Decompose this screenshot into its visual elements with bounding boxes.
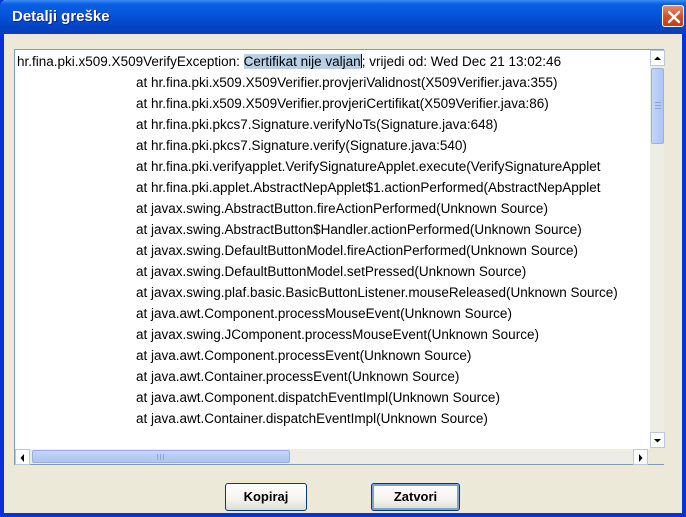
trace-line: at javax.swing.JComponent.processMouseEv… [136, 327, 539, 342]
vertical-scrollbar[interactable] [649, 50, 665, 448]
scroll-up-button[interactable] [650, 50, 665, 66]
trace-line: at hr.fina.pki.applet.AbstractNepApplet$… [136, 180, 601, 195]
trace-line: at javax.swing.DefaultButtonModel.fireAc… [136, 243, 578, 258]
exception-text: hr.fina.pki.x509.X509VerifyException: [17, 54, 244, 69]
trace-line: at java.awt.Component.dispatchEventImpl(… [136, 390, 500, 405]
close-button[interactable]: Zatvori [371, 483, 460, 511]
close-icon [667, 10, 681, 24]
scrollbar-corner [649, 448, 664, 464]
window-title: Detalji greške [12, 8, 110, 25]
title-bar[interactable]: Detalji greške [0, 0, 686, 34]
selected-text: Certifikat nije valjan [243, 54, 361, 69]
arrow-down-icon [654, 439, 661, 443]
copy-button[interactable]: Kopiraj [225, 483, 307, 511]
trace-first-line: hr.fina.pki.x509.X509VerifyException: Ce… [17, 54, 561, 70]
validity-text: ; vrijedi od: Wed Dec 21 13:02:46 [361, 54, 562, 69]
vertical-scroll-thumb[interactable] [651, 68, 664, 144]
close-window-button[interactable] [662, 5, 684, 27]
scroll-right-button[interactable] [633, 449, 648, 465]
trace-line: at javax.swing.plaf.basic.BasicButtonLis… [136, 285, 618, 300]
trace-line: at hr.fina.pki.verifyapplet.VerifySignat… [136, 159, 601, 174]
trace-line: at javax.swing.DefaultButtonModel.setPre… [136, 264, 527, 279]
grip-line [655, 105, 661, 106]
grip-line [160, 454, 161, 460]
trace-line: at java.awt.Component.processEvent(Unkno… [136, 348, 472, 363]
trace-line: at hr.fina.pki.pkcs7.Signature.verifyNoT… [136, 117, 498, 132]
horizontal-scrollbar[interactable] [15, 448, 649, 465]
arrow-right-icon [639, 454, 643, 462]
grip-line [157, 454, 158, 460]
arrow-left-icon [20, 454, 24, 462]
trace-line: at java.awt.Container.processEvent(Unkno… [136, 369, 460, 384]
trace-line: at javax.swing.AbstractButton.fireAction… [136, 201, 548, 216]
horizontal-scroll-thumb[interactable] [32, 450, 290, 463]
trace-line: at java.awt.Container.dispatchEventImpl(… [136, 411, 488, 426]
grip-line [655, 102, 661, 103]
stack-trace-panel: hr.fina.pki.x509.X509VerifyException: Ce… [14, 49, 665, 465]
trace-line: at hr.fina.pki.x509.X509Verifier.provjer… [136, 75, 558, 90]
grip-line [655, 108, 661, 109]
stack-trace-textarea[interactable]: hr.fina.pki.x509.X509VerifyException: Ce… [15, 50, 649, 448]
grip-line [163, 454, 164, 460]
trace-line: at hr.fina.pki.x509.X509Verifier.provjer… [136, 96, 549, 111]
trace-line: at java.awt.Component.processMouseEvent(… [136, 306, 512, 321]
trace-line: at hr.fina.pki.pkcs7.Signature.verify(Si… [136, 138, 467, 153]
arrow-up-icon [654, 56, 661, 60]
scroll-left-button[interactable] [15, 449, 30, 465]
scroll-down-button[interactable] [650, 432, 665, 448]
trace-line: at javax.swing.AbstractButton$Handler.ac… [136, 222, 582, 237]
